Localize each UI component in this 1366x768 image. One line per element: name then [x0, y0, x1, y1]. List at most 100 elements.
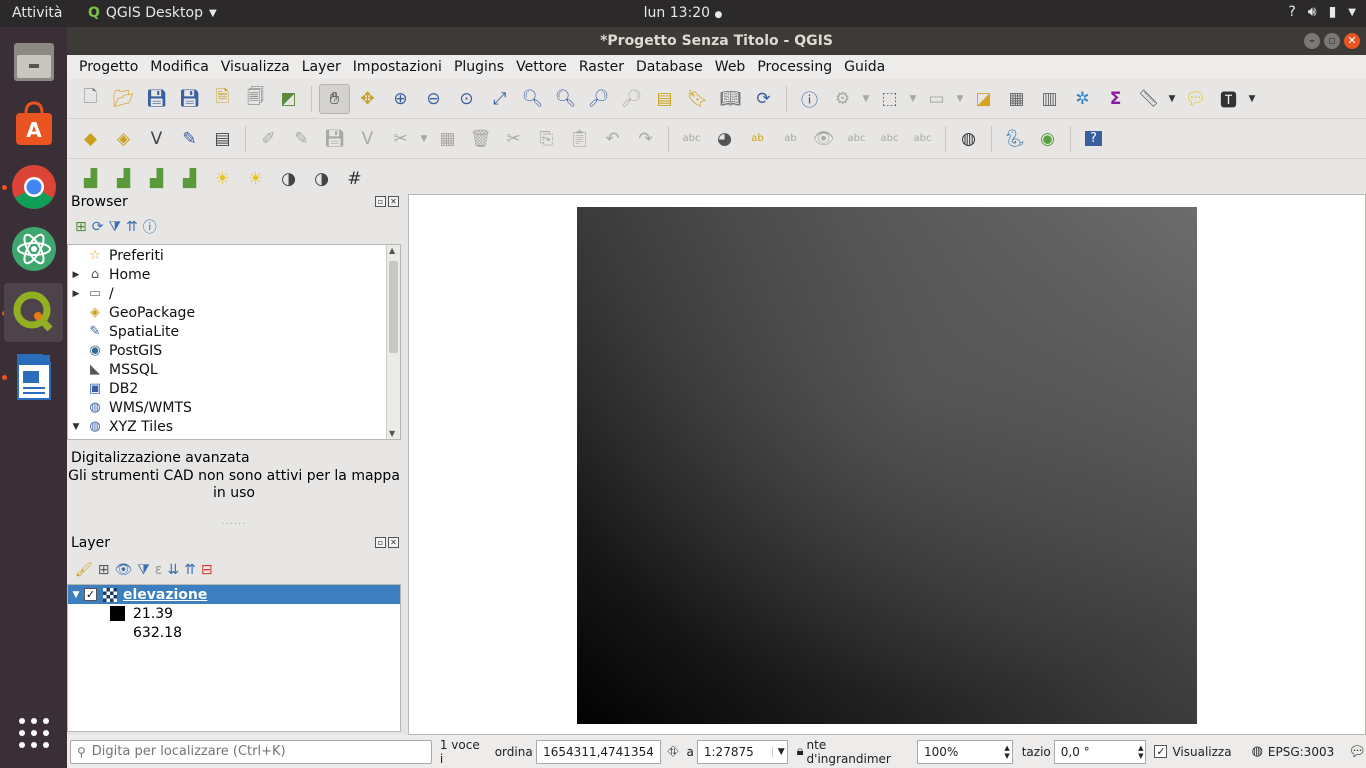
browser-item-home[interactable]: ▶ ⌂ Home [68, 265, 400, 284]
expand-arrow-icon[interactable]: ▶ [68, 289, 84, 299]
chevron-down-icon[interactable]: ▼ [1166, 84, 1178, 114]
elevation-raster[interactable] [577, 207, 1197, 724]
deselect-all-icon[interactable]: ◪ [968, 84, 999, 114]
layer-row[interactable]: ▼ ✓ elevazione [68, 585, 400, 604]
vertex-tool-icon[interactable]: ✂ [385, 124, 416, 154]
metasearch-icon[interactable]: ◍ [953, 124, 984, 154]
data-source-manager-icon[interactable]: ◆ [75, 124, 106, 154]
remove-layer-icon[interactable]: ⊟ [201, 562, 213, 578]
manage-visibility-icon[interactable]: 👁︎ [115, 562, 133, 578]
save-edits-icon[interactable]: 💾︎ [319, 124, 350, 154]
expand-arrow-icon[interactable]: ▼ [68, 590, 84, 600]
messages-icon[interactable]: 💬︎ [1348, 744, 1366, 760]
float-panel-button[interactable]: ▫ [375, 537, 386, 548]
zoom-next-icon[interactable]: 🔎︎ [616, 84, 647, 114]
minimize-button[interactable]: – [1304, 33, 1320, 49]
new-bookmark-icon[interactable]: 🔖︎ [682, 84, 713, 114]
browser-item-preferiti[interactable]: ☆ Preferiti [68, 246, 400, 265]
collapse-all-icon[interactable]: ⇈ [184, 562, 196, 578]
actions-icon[interactable]: ⚙ [827, 84, 858, 114]
zoom-out-icon[interactable]: ⊖ [418, 84, 449, 114]
expand-arrow-icon[interactable]: ▶ [68, 270, 84, 280]
maximize-button[interactable]: ▫ [1324, 33, 1340, 49]
menu-database[interactable]: Database [630, 59, 709, 75]
decrease-contrast-icon[interactable]: ◑ [306, 164, 337, 194]
render-checkbox[interactable]: ✓ [1154, 745, 1168, 758]
add-selected-layers-icon[interactable]: ⊞ [75, 219, 87, 235]
modify-attributes-icon[interactable]: ▦ [432, 124, 463, 154]
scroll-down-icon[interactable]: ▼ [389, 429, 395, 438]
show-hide-labels-icon[interactable]: 👁︎ [808, 124, 839, 154]
zoom-to-selection-icon[interactable]: 🔍︎ [517, 84, 548, 114]
histogram-stretch-icon[interactable]: ▟ [75, 164, 106, 194]
browser-tree[interactable]: ☆ Preferiti ▶ ⌂ Home ▶ ▭ / ◈ GeoPackage ✎ SpatiaLit… [67, 244, 401, 440]
writer-launcher[interactable] [4, 347, 63, 406]
chevron-down-icon[interactable]: ▼ [860, 84, 872, 114]
measure-icon[interactable]: 📏︎ [1133, 84, 1164, 114]
locator-input[interactable] [91, 744, 412, 759]
new-map-view-icon[interactable]: ▤ [649, 84, 680, 114]
field-calculator-icon[interactable]: ▥ [1034, 84, 1065, 114]
crs-button[interactable]: EPSG:3003 [1268, 745, 1334, 759]
chevron-down-icon[interactable]: ▼ [907, 84, 919, 114]
plugin-layers-icon[interactable]: ◉ [1032, 124, 1063, 154]
save-as-icon[interactable]: 💾︎ [174, 84, 205, 114]
undo-icon[interactable]: ↶ [597, 124, 628, 154]
chrome-launcher[interactable] [4, 157, 63, 216]
activities-button[interactable]: Attività [12, 5, 62, 21]
local-cumulative-cut-icon[interactable]: ▟ [174, 164, 205, 194]
close-button[interactable]: ✕ [1344, 33, 1360, 49]
scrollbar-thumb[interactable] [389, 261, 398, 353]
pin-labels-icon[interactable]: ab [775, 124, 806, 154]
identify-features-icon[interactable]: ⓘ [794, 84, 825, 114]
close-panel-button[interactable]: ✕ [388, 196, 399, 207]
new-virtual-layer-icon[interactable]: V [141, 124, 172, 154]
zoom-native-icon[interactable]: ⊙ [451, 84, 482, 114]
volume-icon[interactable]: 🔊︎ [1308, 4, 1317, 20]
text-annotation-icon[interactable]: 🆃︎ [1213, 84, 1244, 114]
redo-icon[interactable]: ↷ [630, 124, 661, 154]
coordinate-field[interactable]: 1654311,4741354 [535, 739, 662, 764]
change-label-icon[interactable]: abc [907, 124, 938, 154]
qgis-launcher[interactable] [4, 283, 63, 342]
browser-item-db2[interactable]: ▣ DB2 [68, 379, 400, 398]
layer-name[interactable]: elevazione [123, 587, 207, 603]
new-spatialite-layer-icon[interactable]: ✎ [174, 124, 205, 154]
app-menu[interactable]: Q QGIS Desktop ▼ [88, 5, 217, 21]
cut-features-icon[interactable]: ✂ [498, 124, 529, 154]
select-features-icon[interactable]: ⬚ [874, 84, 905, 114]
paste-features-icon[interactable]: 📋︎ [564, 124, 595, 154]
toggle-editing-icon[interactable]: ✎ [286, 124, 317, 154]
filter-legend-icon[interactable]: ⧩ [137, 562, 150, 578]
atom-launcher[interactable] [4, 219, 63, 278]
files-launcher[interactable] [4, 33, 63, 92]
increase-brightness-icon[interactable]: ☀ [207, 164, 238, 194]
filter-expression-icon[interactable]: ε [155, 562, 163, 578]
pan-map-icon[interactable]: ✋︎ [319, 83, 350, 114]
move-label-icon[interactable]: abc [841, 124, 872, 154]
label-toolbar-icon[interactable]: abc [676, 124, 707, 154]
processing-toolbox-icon[interactable]: ✲ [1067, 84, 1098, 114]
menu-visualizza[interactable]: Visualizza [215, 59, 296, 75]
current-edits-icon[interactable]: ✐ [253, 124, 284, 154]
python-console-icon[interactable]: 🐍︎ [999, 124, 1030, 154]
copy-features-icon[interactable]: ⎘ [531, 124, 562, 154]
menu-modifica[interactable]: Modifica [144, 59, 215, 75]
menu-plugins[interactable]: Plugins [448, 59, 510, 75]
new-project-icon[interactable]: 🗋︎ [75, 84, 106, 114]
attribute-table-icon[interactable]: ▦ [1001, 84, 1032, 114]
browser-item-mssql[interactable]: ◣ MSSQL [68, 360, 400, 379]
browser-item-root[interactable]: ▶ ▭ / [68, 284, 400, 303]
layer-tree[interactable]: ▼ ✓ elevazione 21.39 632.18 [67, 584, 401, 732]
open-project-icon[interactable]: 📂︎ [108, 84, 139, 114]
expand-all-icon[interactable]: ⇊ [167, 562, 179, 578]
zoom-last-icon[interactable]: 🔎︎ [583, 84, 614, 114]
new-print-layout-icon[interactable]: 🗎︎ [207, 84, 238, 114]
scale-combobox[interactable]: 1:27875 ▼ [696, 739, 788, 764]
georeferencer-icon[interactable]: # [339, 164, 370, 194]
splitter-handle[interactable]: ...... [67, 516, 401, 527]
select-by-value-icon[interactable]: ▭ [921, 84, 952, 114]
browser-item-spatialite[interactable]: ✎ SpatiaLite [68, 322, 400, 341]
close-panel-button[interactable]: ✕ [388, 537, 399, 548]
statistical-summary-icon[interactable]: Σ [1100, 84, 1131, 114]
